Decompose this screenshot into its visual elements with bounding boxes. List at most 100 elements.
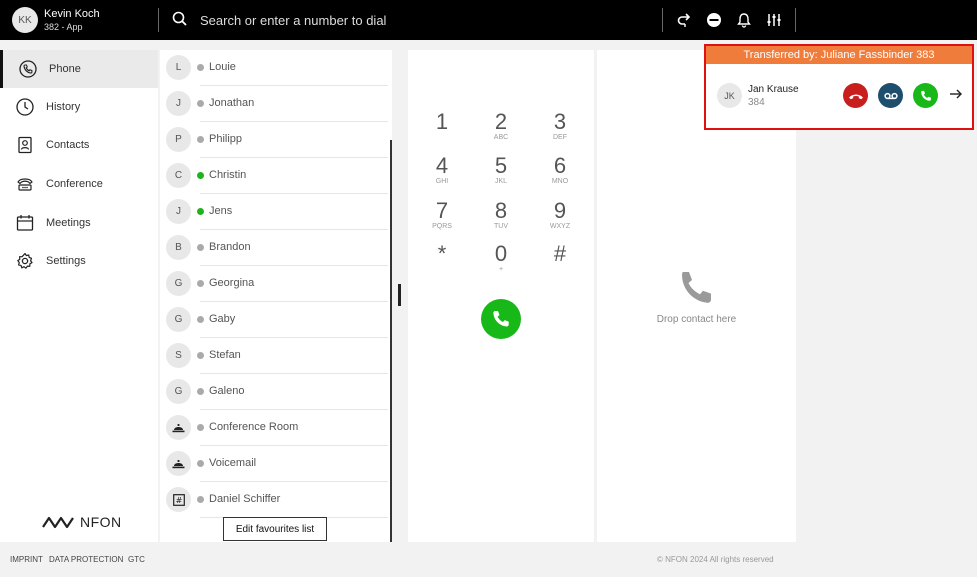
contact-row[interactable]: L Louie	[160, 50, 392, 86]
status-offline	[197, 424, 204, 431]
sidebar-item-conference[interactable]: Conference	[0, 165, 158, 203]
status-offline	[197, 280, 204, 287]
contact-name: Christin	[209, 169, 247, 181]
send-to-voicemail-button[interactable]	[878, 83, 903, 108]
dial-key-1[interactable]: 1	[422, 110, 462, 150]
scrollbar[interactable]	[390, 140, 392, 542]
status-offline	[197, 64, 204, 71]
decline-call-button[interactable]	[843, 83, 868, 108]
sidebar-item-meetings[interactable]: Meetings	[0, 204, 158, 242]
divider	[158, 8, 159, 32]
contact-name: Conference Room	[209, 421, 299, 433]
dial-key-0[interactable]: 0 +	[481, 242, 521, 282]
do-not-disturb-icon[interactable]	[704, 10, 724, 30]
sidebar-item-phone[interactable]: Phone	[0, 50, 158, 88]
footer-link-imprint[interactable]: IMPRINT	[10, 555, 43, 564]
logo-text: NFON	[80, 514, 122, 530]
call-button[interactable]	[481, 299, 521, 339]
edit-favourites-button[interactable]: Edit favourites list	[223, 517, 327, 541]
caller-extension: 384	[748, 97, 765, 108]
favourites-list: L Louie J Jonathan P Philipp C Christin …	[160, 50, 392, 542]
contact-name: Georgina	[209, 277, 255, 289]
dial-key-8[interactable]: 8 TUV	[481, 199, 521, 239]
contact-row[interactable]: G Georgina	[160, 266, 392, 302]
bell-icon[interactable]	[734, 10, 754, 30]
dial-key-6[interactable]: 6 MNO	[540, 154, 580, 194]
contact-avatar: G	[166, 307, 191, 332]
contact-row[interactable]: G Galeno	[160, 374, 392, 410]
hash-box-icon: #	[166, 487, 191, 512]
panel-resize-handle[interactable]	[398, 284, 401, 306]
contact-avatar: J	[166, 91, 191, 116]
dial-key-5[interactable]: 5 JKL	[481, 154, 521, 194]
copyright-text: © NFON 2024 All rights reserved	[657, 555, 774, 564]
contact-avatar: C	[166, 163, 191, 188]
contact-row[interactable]: S Stefan	[160, 338, 392, 374]
user-avatar[interactable]: KK	[12, 7, 38, 33]
transfer-header: Transferred by: Juliane Fassbinder 383	[706, 46, 972, 64]
footer-link-gtc[interactable]: GTC	[128, 555, 145, 564]
contact-card-icon	[16, 136, 34, 154]
dial-key-star[interactable]: *	[422, 242, 462, 282]
accept-call-button[interactable]	[913, 83, 938, 108]
footer-link-data-protection[interactable]: DATA PROTECTION	[49, 555, 123, 564]
phone-icon	[920, 90, 931, 101]
sidebar-item-label: Phone	[49, 63, 81, 75]
dial-key-hash[interactable]: #	[540, 242, 580, 282]
contact-row[interactable]: Conference Room	[160, 410, 392, 446]
dial-key-4[interactable]: 4 GHI	[422, 154, 462, 194]
hang-up-icon	[848, 94, 863, 99]
conference-bell-icon	[166, 415, 191, 440]
divider	[795, 8, 796, 32]
arrow-right-icon[interactable]	[949, 87, 963, 106]
status-offline	[197, 100, 204, 107]
contact-row[interactable]: J Jens	[160, 194, 392, 230]
svg-text:#: #	[175, 496, 182, 505]
contact-avatar: P	[166, 127, 191, 152]
dial-key-3[interactable]: 3 DEF	[540, 110, 580, 150]
sidebar-item-settings[interactable]: Settings	[0, 242, 158, 280]
top-bar: KK Kevin Koch 382 - App	[0, 0, 977, 40]
sidebar-item-history[interactable]: History	[0, 88, 158, 126]
contact-row[interactable]: C Christin	[160, 158, 392, 194]
nfon-logo: NFON	[42, 514, 122, 530]
call-forward-icon[interactable]	[674, 10, 694, 30]
contact-row[interactable]: Voicemail	[160, 446, 392, 482]
sidebar: Phone History Contacts Conference Meetin…	[0, 50, 158, 542]
sidebar-item-label: Conference	[46, 178, 103, 190]
phone-icon	[19, 60, 37, 78]
contact-avatar: L	[166, 55, 191, 80]
contact-name: Voicemail	[209, 457, 257, 469]
contact-row[interactable]: G Gaby	[160, 302, 392, 338]
calendar-icon	[16, 214, 34, 232]
sidebar-item-label: Contacts	[46, 139, 90, 151]
status-offline	[197, 460, 204, 467]
contact-row[interactable]: B Brandon	[160, 230, 392, 266]
dial-key-7[interactable]: 7 PQRS	[422, 199, 462, 239]
contact-avatar: S	[166, 343, 191, 368]
status-offline	[197, 388, 204, 395]
contact-row[interactable]: P Philipp	[160, 122, 392, 158]
status-offline	[197, 136, 204, 143]
clock-icon	[16, 98, 34, 116]
divider	[662, 8, 663, 32]
drop-contact-text: Drop contact here	[656, 314, 737, 325]
caller-name: Jan Krause	[748, 84, 799, 95]
status-offline	[197, 352, 204, 359]
contact-row[interactable]: J Jonathan	[160, 86, 392, 122]
contact-avatar: J	[166, 199, 191, 224]
voicemail-icon	[883, 92, 898, 99]
contact-name: Daniel Schiffer	[209, 493, 281, 505]
contact-name: Louie	[209, 61, 236, 73]
dial-key-2[interactable]: 2 ABC	[481, 110, 521, 150]
search-input[interactable]	[200, 10, 640, 30]
sidebar-item-contacts[interactable]: Contacts	[0, 126, 158, 164]
sliders-icon[interactable]	[764, 10, 784, 30]
contact-row[interactable]: # Daniel Schiffer	[160, 482, 392, 518]
nfon-logo-mark	[42, 516, 74, 529]
phone-handset-icon	[679, 269, 715, 310]
status-offline	[197, 244, 204, 251]
conference-phone-icon	[16, 175, 34, 193]
contact-avatar: G	[166, 271, 191, 296]
dial-key-9[interactable]: 9 WXYZ	[540, 199, 580, 239]
